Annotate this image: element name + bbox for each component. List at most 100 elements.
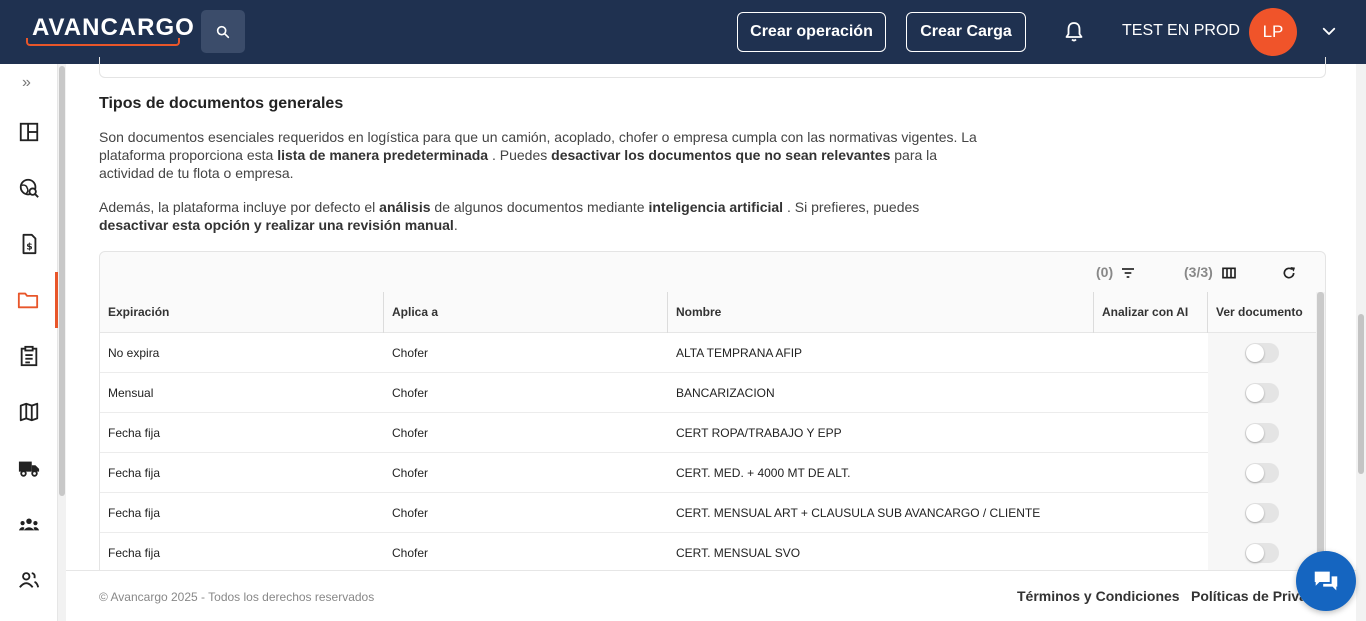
top-bar: AVANCARGO Crear operación Crear Carga TE… — [0, 0, 1366, 64]
crear-operacion-button[interactable]: Crear operación — [737, 12, 886, 52]
group-icon — [18, 518, 40, 531]
cell-nombre: CERT ROPA/TRABAJO Y EPP — [676, 426, 842, 440]
cell-nombre: BANCARIZACION — [676, 386, 775, 400]
people-icon — [19, 572, 40, 588]
sidebar-item-trucks[interactable] — [0, 440, 58, 496]
sidebar-scrollbar[interactable] — [58, 64, 66, 621]
globe-search-icon — [19, 178, 39, 198]
cell-expiracion: Mensual — [108, 386, 154, 400]
dashboard-icon — [19, 122, 39, 142]
page-scroll-thumb[interactable] — [1358, 314, 1364, 474]
clipboard-icon — [20, 345, 38, 367]
filter-icon[interactable] — [1120, 265, 1136, 281]
bell-icon[interactable] — [1062, 20, 1086, 44]
cell-expiracion: Fecha fija — [108, 506, 161, 520]
columns-count: (3/3) — [1184, 264, 1213, 280]
cell-aplica-a: Chofer — [392, 506, 429, 520]
header-ver-documento[interactable]: Ver documento — [1208, 292, 1303, 333]
columns-icon[interactable] — [1221, 265, 1237, 281]
sidebar-item-people[interactable] — [0, 552, 58, 608]
cell-aplica-a: Chofer — [392, 466, 429, 480]
privacy-link[interactable]: Políticas de Priva — [1191, 588, 1307, 604]
header-nombre[interactable]: Nombre — [668, 292, 721, 333]
p1-text-b: lista de manera predeterminada — [277, 147, 489, 163]
terms-link[interactable]: Términos y Condiciones — [1017, 588, 1180, 604]
p2-text-e: . Si prefieres, puedes — [783, 199, 920, 215]
toggle-knob — [1246, 504, 1264, 522]
header-analizar-ai[interactable]: Analizar con AI — [1094, 292, 1188, 333]
table-row[interactable]: Fecha fija Chofer CERT. MENSUAL ART + CL… — [100, 493, 1318, 533]
chat-button[interactable] — [1296, 551, 1356, 611]
toggle-knob — [1246, 464, 1264, 482]
svg-text:$: $ — [26, 242, 32, 253]
cell-expiracion: No expira — [108, 346, 160, 360]
cell-nombre: ALTA TEMPRANA AFIP — [676, 346, 803, 360]
ver-documento-toggle[interactable] — [1245, 423, 1279, 443]
toggle-knob — [1246, 344, 1264, 362]
sidebar-item-documents[interactable] — [0, 272, 58, 328]
ver-documento-toggle[interactable] — [1245, 343, 1279, 363]
description-paragraph-2: Además, la plataforma incluye por defect… — [99, 198, 979, 234]
table-row[interactable]: Fecha fija Chofer CERT. MED. + 4000 MT D… — [100, 453, 1318, 493]
sidebar-item-invoices[interactable]: $ — [0, 216, 58, 272]
footer: © Avancargo 2025 - Todos los derechos re… — [66, 570, 1356, 621]
table-header: Expiración Aplica a Nombre Analizar con … — [100, 292, 1318, 333]
p2-text-d: inteligencia artificial — [648, 199, 784, 215]
chat-icon — [1314, 571, 1338, 591]
description-paragraph-1: Son documentos esenciales requeridos en … — [99, 128, 979, 182]
avancargo-logo[interactable]: AVANCARGO — [26, 14, 194, 46]
page-scrollbar[interactable] — [1356, 64, 1366, 621]
logo-underline — [26, 38, 180, 46]
toggle-knob — [1246, 384, 1264, 402]
toggle-knob — [1246, 424, 1264, 442]
expand-sidebar-button[interactable]: » — [22, 74, 31, 92]
table-row[interactable]: Mensual Chofer BANCARIZACION — [100, 373, 1318, 413]
table-row[interactable]: Fecha fija Chofer CERT ROPA/TRABAJO Y EP… — [100, 413, 1318, 453]
sidebar-scroll-thumb[interactable] — [59, 66, 65, 496]
cell-aplica-a: Chofer — [392, 546, 429, 560]
map-icon — [19, 402, 39, 422]
p2-text-b: análisis — [379, 199, 431, 215]
filter-count: (0) — [1096, 264, 1114, 280]
ver-documento-toggle[interactable] — [1245, 463, 1279, 483]
header-aplica-a[interactable]: Aplica a — [384, 292, 438, 333]
p2-text-a: Además, la plataforma incluye por defect… — [99, 199, 380, 215]
sidebar-item-tracking[interactable] — [0, 160, 58, 216]
ver-documento-toggle[interactable] — [1245, 543, 1279, 563]
user-avatar[interactable]: LP — [1249, 8, 1297, 56]
search-button[interactable] — [201, 10, 245, 53]
cell-nombre: CERT. MENSUAL SVO — [676, 546, 801, 560]
chevron-down-icon[interactable] — [1320, 22, 1338, 40]
crear-carga-button[interactable]: Crear Carga — [906, 12, 1026, 52]
refresh-icon[interactable] — [1281, 265, 1297, 281]
cell-expiracion: Fecha fija — [108, 426, 161, 440]
table-row[interactable]: Fecha fija Chofer CERT. MENSUAL SVO — [100, 533, 1318, 573]
table-scrollbar[interactable] — [1316, 292, 1325, 572]
previous-card — [99, 57, 1326, 78]
p1-text-c: . Puedes — [488, 147, 552, 163]
sidebar-item-map[interactable] — [0, 384, 58, 440]
folder-icon — [17, 292, 38, 309]
ver-documento-toggle[interactable] — [1245, 503, 1279, 523]
p2-text-f: desactivar esta opción y realizar una re… — [99, 217, 454, 233]
cell-aplica-a: Chofer — [392, 346, 429, 360]
search-icon — [216, 25, 230, 38]
ver-documento-toggle[interactable] — [1245, 383, 1279, 403]
section-title: Tipos de documentos generales — [99, 95, 344, 112]
sidebar-item-groups[interactable] — [0, 496, 58, 552]
user-name[interactable]: TEST EN PROD — [1122, 22, 1240, 40]
header-expiracion[interactable]: Expiración — [100, 292, 169, 333]
p1-text-d: desactivar los documentos que no sean re… — [551, 147, 891, 163]
toggle-knob — [1246, 544, 1264, 562]
sidebar-item-clipboard[interactable] — [0, 328, 58, 384]
cell-aplica-a: Chofer — [392, 386, 429, 400]
cell-nombre: CERT. MED. + 4000 MT DE ALT. — [676, 466, 851, 480]
sidebar: » $ — [0, 64, 58, 621]
cell-aplica-a: Chofer — [392, 426, 429, 440]
cell-expiracion: Fecha fija — [108, 546, 161, 560]
table-row[interactable]: No expira Chofer ALTA TEMPRANA AFIP — [100, 333, 1318, 373]
p2-text-g: . — [453, 217, 458, 233]
sidebar-item-dashboard[interactable] — [0, 104, 58, 160]
truck-icon — [18, 461, 40, 477]
table-scroll-thumb[interactable] — [1317, 292, 1324, 572]
